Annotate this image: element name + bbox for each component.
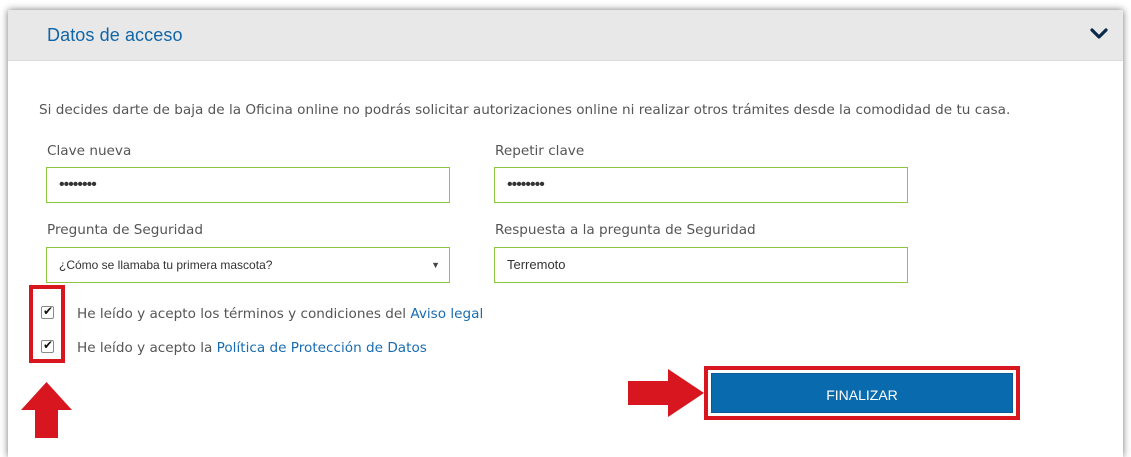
security-answer-field[interactable]: Terremoto (494, 247, 908, 283)
select-arrow-icon: ▼ (431, 260, 440, 270)
terms-text: He leído y acepto los términos y condici… (77, 306, 411, 322)
new-password-field[interactable]: •••••••• (46, 167, 450, 203)
red-arrow-up-icon (21, 382, 72, 438)
panel-header[interactable]: Datos de acceso (8, 10, 1123, 61)
new-password-label: Clave nueva (47, 143, 132, 159)
privacy-text: He leído y acepto la (77, 340, 217, 356)
chevron-down-icon[interactable] (1089, 26, 1109, 42)
repeat-password-label: Repetir clave (495, 143, 585, 159)
panel-title: Datos de acceso (47, 25, 183, 45)
security-question-select[interactable]: ¿Cómo se llamaba tu primera mascota? ▼ (46, 247, 450, 283)
checkbox-highlight-frame (29, 285, 65, 363)
privacy-check-text: He leído y acepto la Política de Protecc… (77, 340, 427, 356)
privacy-policy-link[interactable]: Política de Protección de Datos (217, 340, 427, 356)
intro-text: Si decides darte de baja de la Oficina o… (39, 102, 1011, 118)
legal-notice-link[interactable]: Aviso legal (410, 306, 483, 322)
security-question-value: ¿Cómo se llamaba tu primera mascota? (59, 258, 273, 272)
security-answer-label: Respuesta a la pregunta de Seguridad (495, 222, 756, 238)
finalize-button[interactable]: FINALIZAR (711, 373, 1013, 413)
security-question-label: Pregunta de Seguridad (47, 222, 203, 238)
red-arrow-right-icon (628, 369, 704, 417)
repeat-password-field[interactable]: •••••••• (494, 167, 908, 203)
terms-check-text: He leído y acepto los términos y condici… (77, 306, 483, 322)
